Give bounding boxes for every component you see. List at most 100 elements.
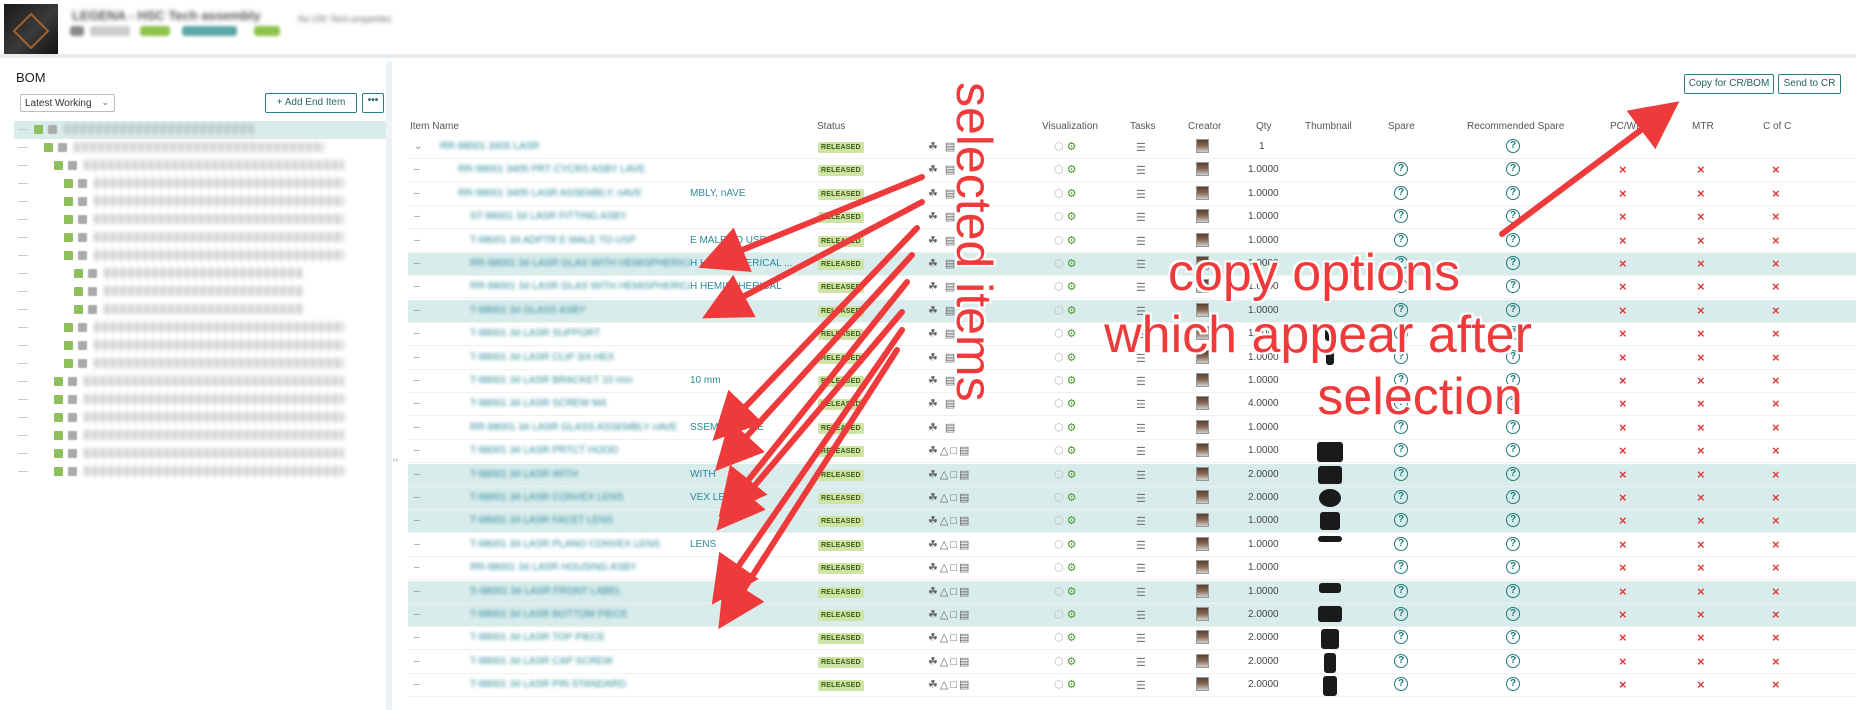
- tree-node[interactable]: [14, 409, 386, 427]
- visualization-icons[interactable]: ⬡ ⚙: [1054, 397, 1077, 410]
- recommended-spare-help-icon[interactable]: ?: [1506, 560, 1520, 575]
- recommended-spare-help-icon[interactable]: ?: [1506, 677, 1520, 692]
- spare-help-icon[interactable]: ?: [1394, 583, 1408, 598]
- task-list-icon[interactable]: ☰: [1136, 141, 1146, 154]
- task-list-icon[interactable]: ☰: [1136, 422, 1146, 435]
- recommended-spare-help-icon[interactable]: ?: [1506, 162, 1520, 177]
- expand-toggle-icon[interactable]: ‒: [414, 562, 420, 573]
- item-action-icons[interactable]: ☘△□▤: [928, 468, 971, 481]
- visualization-icons[interactable]: ⬡ ⚙: [1054, 163, 1077, 176]
- task-list-icon[interactable]: ☰: [1136, 375, 1146, 388]
- expand-toggle-icon[interactable]: ‒: [414, 656, 420, 667]
- expand-toggle-icon[interactable]: ‒: [414, 211, 420, 222]
- col-spare[interactable]: Spare: [1388, 121, 1415, 132]
- table-row[interactable]: ‒ T-98001 34 LASR PIN STANDARD RELEASED ☘△□…: [408, 674, 1856, 698]
- copy-for-cr-bom-button[interactable]: Copy for CR/BOM: [1684, 74, 1774, 94]
- viewer-gear-icon[interactable]: ⚙: [1067, 375, 1077, 387]
- spare-help-icon[interactable]: ?: [1394, 630, 1408, 645]
- task-list-icon[interactable]: ☰: [1136, 235, 1146, 248]
- more-options-button[interactable]: •••: [362, 93, 384, 113]
- viewer-gear-icon[interactable]: ⚙: [1067, 164, 1077, 176]
- tree-node[interactable]: [14, 337, 386, 355]
- tree-node[interactable]: [14, 355, 386, 373]
- expand-toggle-icon[interactable]: ‒: [414, 422, 420, 433]
- recommended-spare-help-icon[interactable]: ?: [1506, 443, 1520, 458]
- expand-toggle-icon[interactable]: ‒: [414, 375, 420, 386]
- viewer-gear-icon[interactable]: ⚙: [1067, 586, 1077, 598]
- item-name-link[interactable]: T-98001 34 LASR SCREW M4: [470, 398, 740, 409]
- visualization-icons[interactable]: ⬡ ⚙: [1054, 374, 1077, 387]
- task-list-icon[interactable]: ☰: [1136, 164, 1146, 177]
- recommended-spare-help-icon[interactable]: ?: [1506, 513, 1520, 528]
- expand-toggle-icon[interactable]: ‒: [414, 609, 420, 620]
- viewer-gear-icon[interactable]: ⚙: [1067, 398, 1077, 410]
- table-row[interactable]: ‒ ST-98001 34 LASR FITTING ASBY RELEASED ☘ …: [408, 206, 1856, 230]
- item-action-icons[interactable]: ☘△□▤: [928, 561, 971, 574]
- visualization-icons[interactable]: ⬡ ⚙: [1054, 210, 1077, 223]
- recommended-spare-help-icon[interactable]: ?: [1506, 185, 1520, 200]
- col-qty[interactable]: Qty: [1256, 121, 1272, 132]
- item-name-link[interactable]: RR-98001 34 LASR HOUSING ASBY: [470, 562, 740, 573]
- task-list-icon[interactable]: ☰: [1136, 586, 1146, 599]
- table-row[interactable]: ‒ T-98001 34 LASR TOP PIECE RELEASED ☘△□▤ ⬡ …: [408, 627, 1856, 651]
- table-row[interactable]: ‒ RR-98001 34 LASR GLAS WITH HEMISPHERICA…: [408, 276, 1856, 300]
- recommended-spare-help-icon[interactable]: ?: [1506, 209, 1520, 224]
- table-row[interactable]: ‒ T-98001 34 ADPTR E MALE TO USP E MALE TO…: [408, 230, 1856, 253]
- tree-node[interactable]: [14, 391, 386, 409]
- viewer-gear-icon[interactable]: ⚙: [1067, 515, 1077, 527]
- item-action-icons[interactable]: ☘△□▤: [928, 655, 971, 668]
- visualization-icons[interactable]: ⬡ ⚙: [1054, 538, 1077, 551]
- item-action-icons[interactable]: ☘△□▤: [928, 678, 971, 691]
- expand-toggle-icon[interactable]: ‒: [414, 258, 420, 269]
- expand-toggle-icon[interactable]: ‒: [414, 586, 420, 597]
- add-end-item-button[interactable]: + Add End Item: [265, 93, 357, 113]
- expand-toggle-icon[interactable]: ‒: [414, 515, 420, 526]
- col-visualization[interactable]: Visualization: [1042, 121, 1098, 132]
- expand-toggle-icon[interactable]: ‒: [414, 632, 420, 643]
- item-name-link[interactable]: RR-98001 3405 PRT CYCRS ASBY LAVE: [458, 164, 740, 175]
- table-row[interactable]: ‒ T-98001 34 LASR PLANO CONVEX LENS LENS RE…: [408, 534, 1856, 557]
- table-row[interactable]: ‒ RR-98001 34 LASR HOUSING ASBY RELEASED ☘△…: [408, 557, 1856, 581]
- recommended-spare-help-icon[interactable]: ?: [1506, 139, 1520, 153]
- spare-help-icon[interactable]: ?: [1394, 209, 1408, 224]
- tree-node[interactable]: [14, 301, 386, 319]
- visualization-icons[interactable]: ⬡ ⚙: [1054, 234, 1077, 247]
- visualization-icons[interactable]: ⬡ ⚙: [1054, 655, 1077, 668]
- visualization-icons[interactable]: ⬡ ⚙: [1054, 140, 1077, 153]
- viewer-gear-icon[interactable]: ⚙: [1067, 352, 1077, 364]
- item-action-icons[interactable]: ☘ ▤: [928, 421, 957, 434]
- task-list-icon[interactable]: ☰: [1136, 656, 1146, 669]
- viewer-gear-icon[interactable]: ⚙: [1067, 562, 1077, 574]
- col-item-name[interactable]: Item Name: [410, 121, 459, 132]
- tree-node[interactable]: [14, 283, 386, 301]
- viewer-gear-icon[interactable]: ⚙: [1067, 469, 1077, 481]
- visualization-icons[interactable]: ⬡ ⚙: [1054, 608, 1077, 621]
- item-name-link[interactable]: T-98001 34 GLASS ASBY: [470, 305, 740, 316]
- recommended-spare-help-icon[interactable]: ?: [1506, 490, 1520, 504]
- table-row[interactable]: ‒ S-98001 34 LASR FRONT LABEL RELEASED ☘△□▤…: [408, 580, 1856, 604]
- viewer-gear-icon[interactable]: ⚙: [1067, 235, 1077, 247]
- expand-toggle-icon[interactable]: ‒: [414, 352, 420, 363]
- tree-node[interactable]: [14, 229, 386, 247]
- task-list-icon[interactable]: ☰: [1136, 469, 1146, 482]
- visualization-icons[interactable]: ⬡ ⚙: [1054, 421, 1077, 434]
- tree-node[interactable]: [14, 247, 386, 265]
- viewer-gear-icon[interactable]: ⚙: [1067, 141, 1077, 153]
- table-row[interactable]: ‒ T-98001 34 LASR BRACKET 10 mm 10 mm RELEA…: [408, 370, 1856, 393]
- spare-help-icon[interactable]: ?: [1394, 560, 1408, 575]
- visualization-icons[interactable]: ⬡ ⚙: [1054, 585, 1077, 598]
- recommended-spare-help-icon[interactable]: ?: [1506, 279, 1520, 294]
- table-row[interactable]: ‒ RR-98001 34 LASR GLASS ASSEMBLY nAVE SSE…: [408, 417, 1856, 440]
- item-action-icons[interactable]: ☘△□▤: [928, 585, 971, 598]
- item-name-link[interactable]: RR-98001 3405 LASR: [440, 141, 740, 152]
- item-name-link[interactable]: T-98001 34 LASR CAP SCREW: [470, 656, 740, 667]
- visualization-icons[interactable]: ⬡ ⚙: [1054, 280, 1077, 293]
- table-row[interactable]: ‒ T-98001 34 LASR WITH WITH RELEASED ☘△□▤ ⬡ ⚙…: [408, 463, 1856, 487]
- item-action-icons[interactable]: ☘△□▤: [928, 608, 971, 621]
- tree-node[interactable]: [14, 175, 386, 193]
- recommended-spare-help-icon[interactable]: ?: [1506, 583, 1520, 598]
- expand-toggle-icon[interactable]: ‒: [414, 328, 420, 339]
- tree-node[interactable]: [14, 121, 386, 139]
- spare-help-icon[interactable]: ?: [1394, 443, 1408, 458]
- task-list-icon[interactable]: ☰: [1136, 211, 1146, 224]
